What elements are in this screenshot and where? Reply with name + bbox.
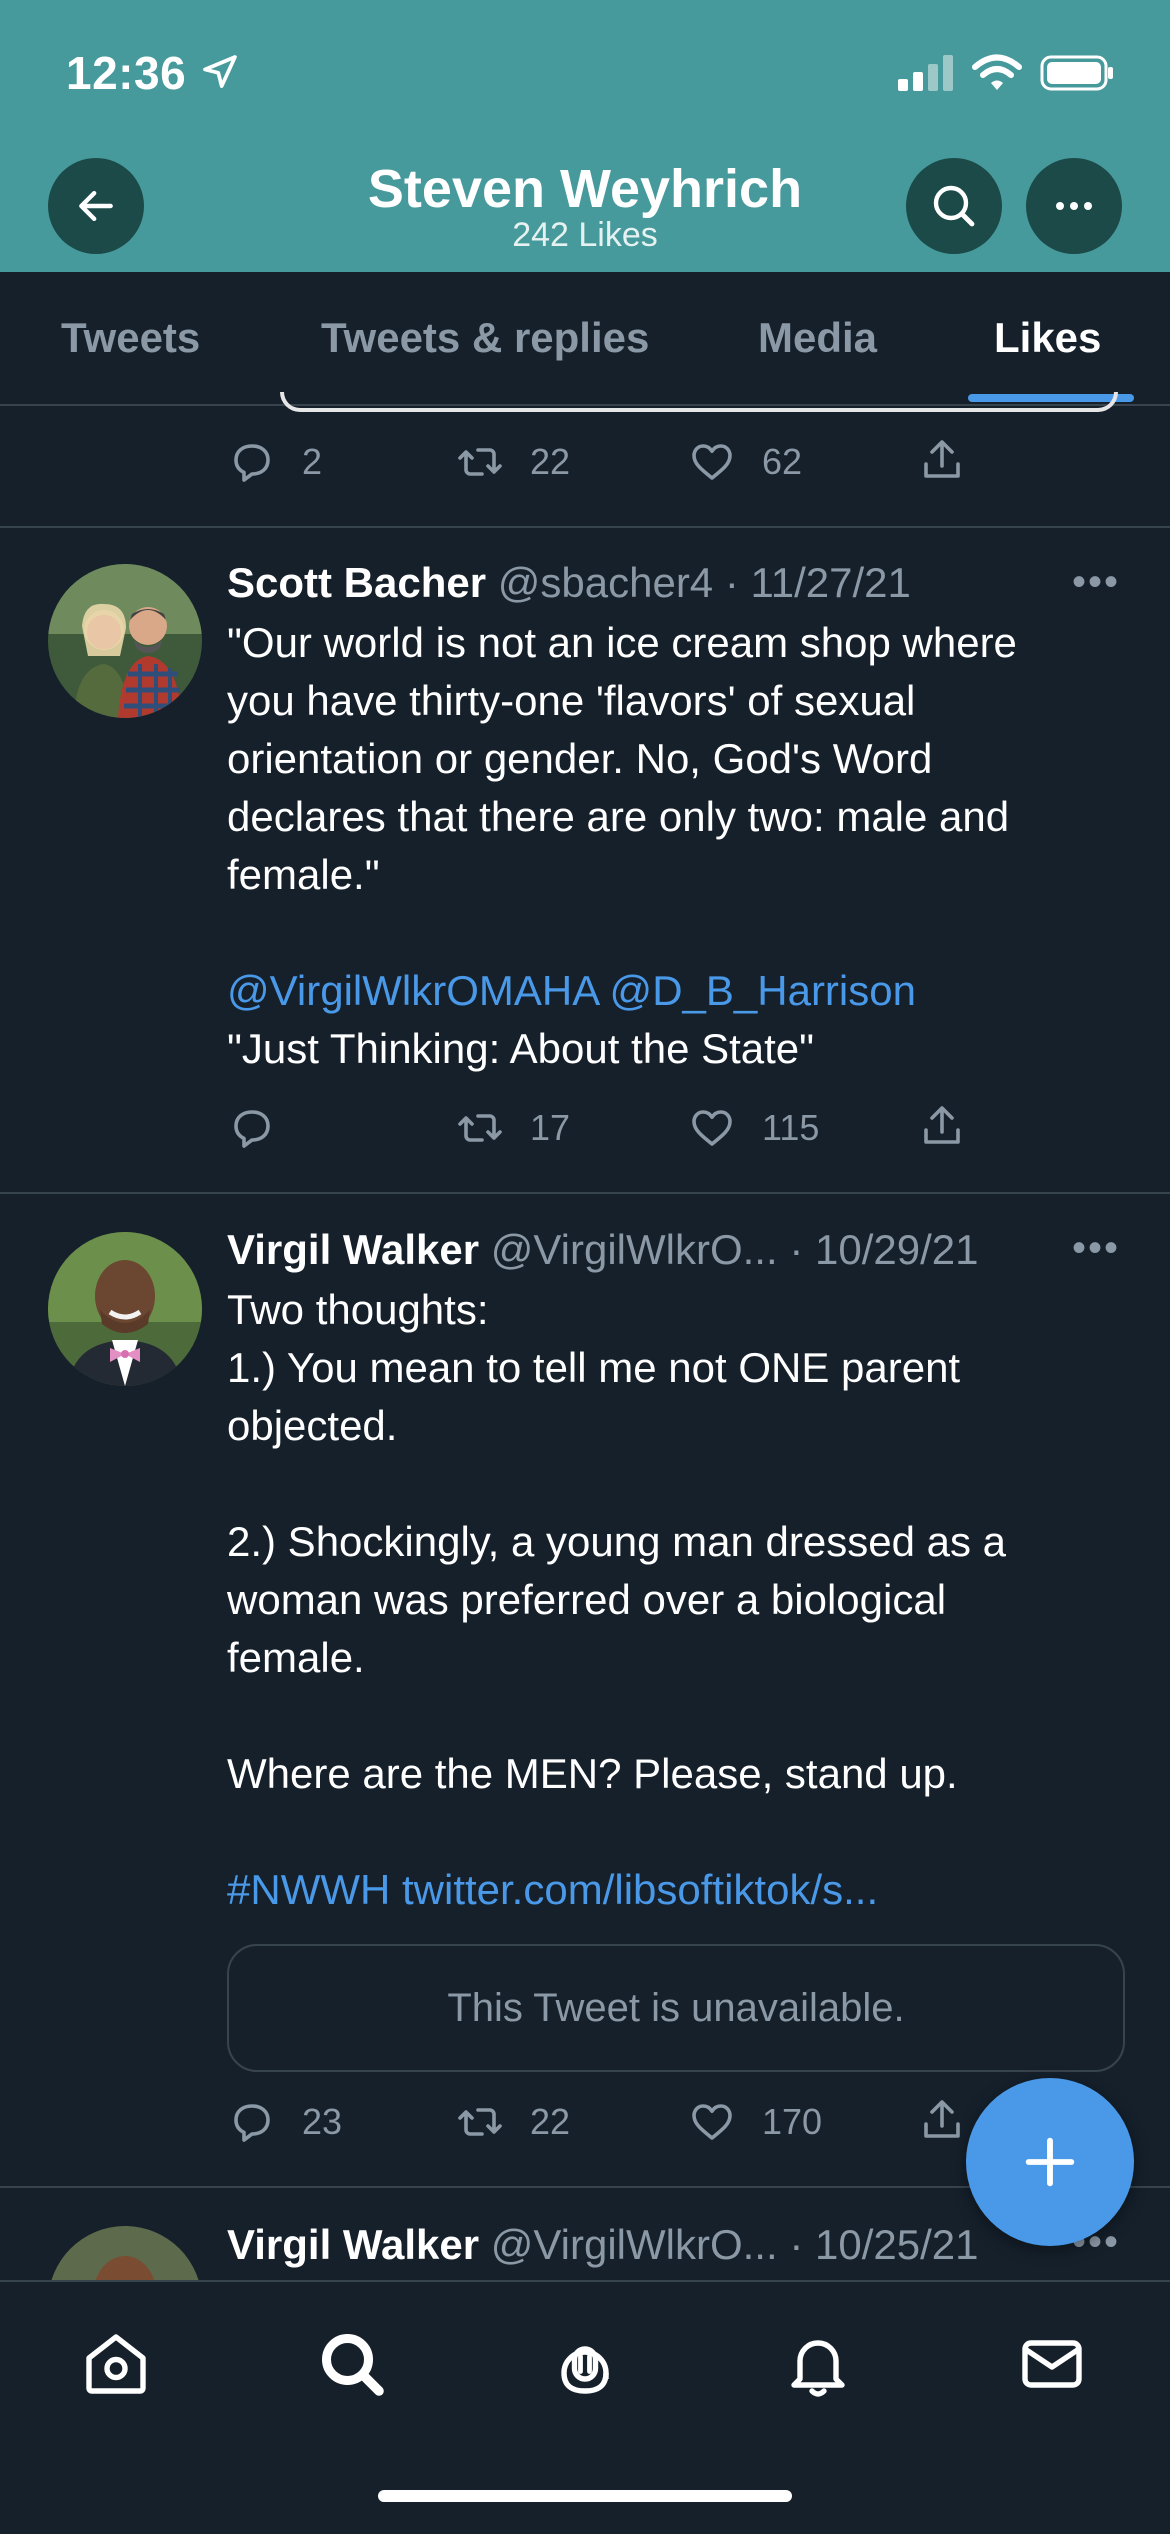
- retweet-button[interactable]: 22: [456, 438, 570, 486]
- heart-icon: [692, 2104, 732, 2140]
- compose-tweet-button[interactable]: [966, 2078, 1134, 2246]
- tweet-more-icon[interactable]: •••: [1072, 560, 1120, 605]
- divider: [0, 526, 1170, 528]
- reply-count: 2: [302, 441, 323, 482]
- tab-tweets-replies[interactable]: Tweets & replies: [321, 314, 649, 362]
- quoted-tweet-unavailable[interactable]: This Tweet is unavailable.: [227, 1944, 1125, 2072]
- profile-header: 12:36 Steven Weyhrich 242 Likes: [0, 0, 1170, 272]
- tweet-text-line: declares that there are only two: male a…: [227, 793, 1010, 840]
- share-button[interactable]: [918, 1102, 966, 1150]
- tweet-author-handle[interactable]: @VirgilWlkrO...: [491, 2221, 778, 2268]
- tab-tweets[interactable]: Tweets: [61, 314, 200, 362]
- status-time: 12:36: [66, 47, 187, 99]
- tweet-date[interactable]: · 10/25/21: [789, 2221, 978, 2268]
- avatar[interactable]: [48, 564, 202, 718]
- avatar-photo-icon: [48, 1232, 202, 1386]
- spaces-icon[interactable]: [549, 2328, 621, 2400]
- tweet-author-name[interactable]: Scott Bacher: [227, 559, 486, 606]
- retweet-button[interactable]: 17: [456, 1104, 570, 1152]
- hashtag-link[interactable]: #NWWH: [227, 1866, 390, 1913]
- tweet-text-line: female.": [227, 851, 380, 898]
- plus-icon: [1025, 2137, 1075, 2187]
- url-link[interactable]: twitter.com/libsoftiktok/s...: [402, 1866, 878, 1913]
- cellular-signal-icon: [898, 55, 953, 91]
- location-arrow-icon: [203, 55, 237, 88]
- battery-icon: [1040, 55, 1113, 91]
- wifi-icon: [972, 54, 1022, 90]
- retweet-count: 22: [530, 2101, 571, 2142]
- tweet-author-handle[interactable]: @sbacher4: [498, 559, 713, 606]
- tweet-text-line: Two thoughts:: [227, 1286, 489, 1333]
- share-icon: [924, 1106, 960, 1144]
- reply-button[interactable]: 23: [228, 2098, 342, 2146]
- tweet-text-line: orientation or gender. No, God's Word: [227, 735, 933, 782]
- share-button[interactable]: [918, 436, 966, 484]
- tweet-text-line: woman was preferred over a biological: [227, 1576, 947, 1623]
- tweet-text-line: 1.) You mean to tell me not ONE parent: [227, 1344, 961, 1391]
- search-icon: [933, 185, 975, 227]
- retweet-icon: [458, 2108, 502, 2136]
- reply-count: 23: [302, 2101, 343, 2142]
- share-button[interactable]: [918, 2096, 966, 2144]
- reply-icon: [234, 444, 270, 482]
- tweet-date[interactable]: · 11/27/21: [725, 559, 911, 606]
- retweet-count: 22: [530, 441, 571, 482]
- retweet-count: 17: [530, 1107, 571, 1148]
- messages-mail-icon[interactable]: [1016, 2328, 1088, 2400]
- like-count: 115: [762, 1107, 820, 1148]
- home-indicator: [378, 2490, 792, 2502]
- tab-media[interactable]: Media: [758, 314, 877, 362]
- like-count: 170: [762, 2101, 823, 2142]
- like-count: 62: [762, 441, 803, 482]
- reply-button[interactable]: [228, 1104, 276, 1152]
- tweet-text-line: Where are the MEN? Please, stand up.: [227, 1750, 958, 1797]
- share-icon: [924, 2100, 960, 2138]
- tweet-text-line: 2.) Shockingly, a young man dressed as a: [227, 1518, 1006, 1565]
- notifications-bell-icon[interactable]: [782, 2328, 854, 2400]
- reply-icon: [234, 1110, 270, 1148]
- retweet-icon: [458, 448, 502, 476]
- divider: [0, 1192, 1170, 1194]
- tweet-text-line: "Just Thinking: About the State": [227, 1025, 815, 1072]
- like-button[interactable]: 62: [688, 438, 802, 486]
- tweet-more-icon[interactable]: •••: [1072, 1226, 1120, 1271]
- tweet-header: Virgil Walker @VirgilWlkrO... · 10/25/21: [227, 2216, 978, 2274]
- share-icon: [924, 440, 960, 478]
- tweet-author-name[interactable]: Virgil Walker: [227, 1226, 479, 1273]
- tweet-header: Scott Bacher @sbacher4 · 11/27/21: [227, 554, 911, 612]
- tweet-mentions[interactable]: @VirgilWlkrOMAHA @D_B_Harrison: [227, 962, 916, 1020]
- more-horizontal-icon: [1056, 202, 1092, 210]
- tweet-date[interactable]: · 10/29/21: [789, 1226, 978, 1273]
- avatar-photo-icon: [48, 564, 202, 718]
- status-icons: [898, 54, 1114, 92]
- media-image-edge: [280, 392, 1118, 412]
- retweet-icon: [458, 1114, 502, 1142]
- profile-tabs: Tweets Tweets & replies Media Likes: [0, 272, 1170, 406]
- heart-icon: [692, 1110, 732, 1146]
- tab-likes[interactable]: Likes: [994, 314, 1101, 362]
- reply-icon: [234, 2104, 270, 2142]
- tweet-text-line: "Our world is not an ice cream shop wher…: [227, 619, 1017, 666]
- tweet-header: Virgil Walker @VirgilWlkrO... · 10/29/21: [227, 1221, 978, 1279]
- search-button[interactable]: [906, 158, 1002, 254]
- tweet-text-line: you have thirty-one 'flavors' of sexual: [227, 677, 916, 724]
- retweet-button[interactable]: 22: [456, 2098, 570, 2146]
- tweet-text-line: female.: [227, 1634, 365, 1681]
- tweet-text-line: objected.: [227, 1402, 398, 1449]
- reply-button[interactable]: 2: [228, 438, 322, 486]
- tweet-author-handle[interactable]: @VirgilWlkrO...: [491, 1226, 778, 1273]
- tweet-links: #NWWH twitter.com/libsoftiktok/s...: [227, 1861, 878, 1919]
- like-button[interactable]: 115: [688, 1104, 819, 1152]
- heart-icon: [692, 444, 732, 480]
- more-options-button[interactable]: [1026, 158, 1122, 254]
- avatar[interactable]: [48, 1232, 202, 1386]
- search-explore-icon[interactable]: [316, 2328, 388, 2400]
- home-icon[interactable]: [80, 2328, 152, 2400]
- like-button[interactable]: 170: [688, 2098, 822, 2146]
- tweet-author-name[interactable]: Virgil Walker: [227, 2221, 479, 2268]
